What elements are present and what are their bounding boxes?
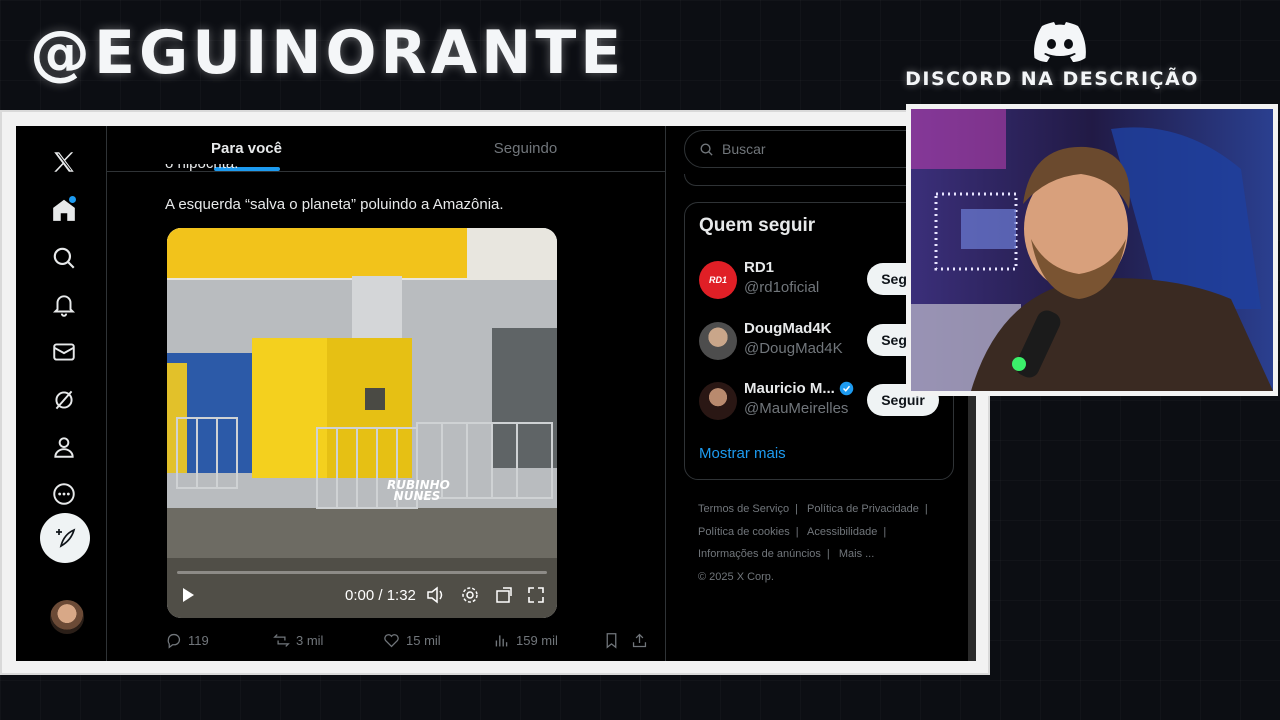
avatar[interactable]: RD1 [699, 261, 737, 299]
verified-badge-icon [839, 381, 854, 396]
video-progress-bar[interactable] [177, 571, 547, 574]
timeline: Para você Seguindo o hipócrita. A esquer… [106, 126, 666, 661]
account-name[interactable]: DougMad4K [744, 320, 832, 337]
footer-link[interactable]: Mais ... [839, 548, 874, 560]
account-avatar[interactable] [50, 600, 84, 634]
tab-seguindo[interactable]: Seguindo [386, 126, 665, 171]
tweet-text: A esquerda “salva o planeta” poluindo a … [165, 196, 504, 213]
channel-handle: @EGUINORANTE [30, 18, 626, 88]
footer-link[interactable]: Informações de anúncios [698, 548, 821, 560]
footer-link[interactable]: Política de Privacidade [807, 503, 919, 515]
account-handle: @MauMeirelles [744, 400, 849, 417]
popout-icon[interactable] [493, 584, 515, 606]
copyright: © 2025 X Corp. [698, 570, 774, 583]
bell-icon[interactable] [44, 285, 84, 325]
play-icon[interactable] [177, 584, 199, 606]
fullscreen-icon[interactable] [525, 584, 547, 606]
tweet-video[interactable]: RUBINHO NUNES 0:00 / 1:32 [167, 228, 557, 618]
footer-link[interactable]: Acessibilidade [807, 526, 877, 538]
post-button[interactable] [40, 513, 90, 563]
avatar[interactable] [699, 322, 737, 360]
search-icon[interactable] [44, 238, 84, 278]
volume-icon[interactable] [425, 584, 447, 606]
views-button[interactable]: 159 mil [493, 632, 558, 649]
like-button[interactable]: 15 mil [383, 632, 441, 649]
search-placeholder: Buscar [722, 141, 766, 157]
streamer-webcam [906, 104, 1278, 396]
feather-plus-icon [56, 528, 76, 548]
reply-count: 119 [188, 633, 209, 648]
footer-link[interactable]: Termos de Serviço [698, 503, 789, 515]
footer-link[interactable]: Política de cookies [698, 526, 790, 538]
home-icon[interactable] [44, 190, 84, 230]
x-app-window: Para você Seguindo o hipócrita. A esquer… [16, 126, 976, 661]
x-logo-icon[interactable] [44, 142, 84, 182]
show-more-link[interactable]: Mostrar mais [699, 445, 786, 462]
repost-button[interactable]: 3 mil [273, 632, 323, 649]
views-chart-icon [495, 635, 508, 647]
views-count: 159 mil [516, 633, 558, 648]
grok-icon[interactable] [44, 380, 84, 420]
video-frame [167, 228, 557, 618]
share-icon[interactable] [631, 632, 648, 649]
tab-para-voce[interactable]: Para você [107, 126, 386, 171]
discord-icon [1034, 22, 1086, 62]
more-icon[interactable] [44, 474, 84, 514]
video-watermark: RUBINHO NUNES [387, 478, 450, 503]
video-time: 0:00 / 1:32 [345, 587, 416, 604]
account-name[interactable]: Mauricio M... [744, 380, 854, 397]
who-to-follow-title: Quem seguir [699, 215, 816, 236]
reply-icon [167, 633, 181, 649]
screen-capture-frame: Para você Seguindo o hipócrita. A esquer… [0, 110, 990, 675]
notification-dot [69, 196, 76, 203]
repost-count: 3 mil [296, 633, 324, 648]
search-icon [700, 143, 713, 156]
webcam-image [911, 109, 1273, 391]
footer-links: Termos de Serviço | Política de Privacida… [698, 503, 928, 583]
discord-banner: DISCORD NA DESCRIÇÃO [905, 22, 1242, 90]
sidebar-nav [16, 126, 106, 661]
bookmark-icon[interactable] [603, 632, 620, 649]
reply-button[interactable]: 119 [165, 632, 209, 649]
video-controls: 0:00 / 1:32 [167, 580, 557, 614]
repost-icon [273, 634, 290, 647]
tweet-text-clipped: o hipócrita. [165, 164, 238, 178]
avatar[interactable] [699, 382, 737, 420]
mail-icon[interactable] [44, 332, 84, 372]
account-handle: @rd1oficial [744, 279, 820, 296]
discord-text: DISCORD NA DESCRIÇÃO [905, 68, 1199, 90]
like-count: 15 mil [406, 633, 441, 648]
tweet-actions: 119 3 mil 15 mil 159 mil [165, 632, 655, 654]
heart-icon [384, 634, 399, 648]
settings-gear-icon[interactable] [459, 584, 481, 606]
account-handle: @DougMad4K [744, 340, 843, 357]
profile-icon[interactable] [44, 427, 84, 467]
account-name[interactable]: RD1 [744, 259, 774, 276]
